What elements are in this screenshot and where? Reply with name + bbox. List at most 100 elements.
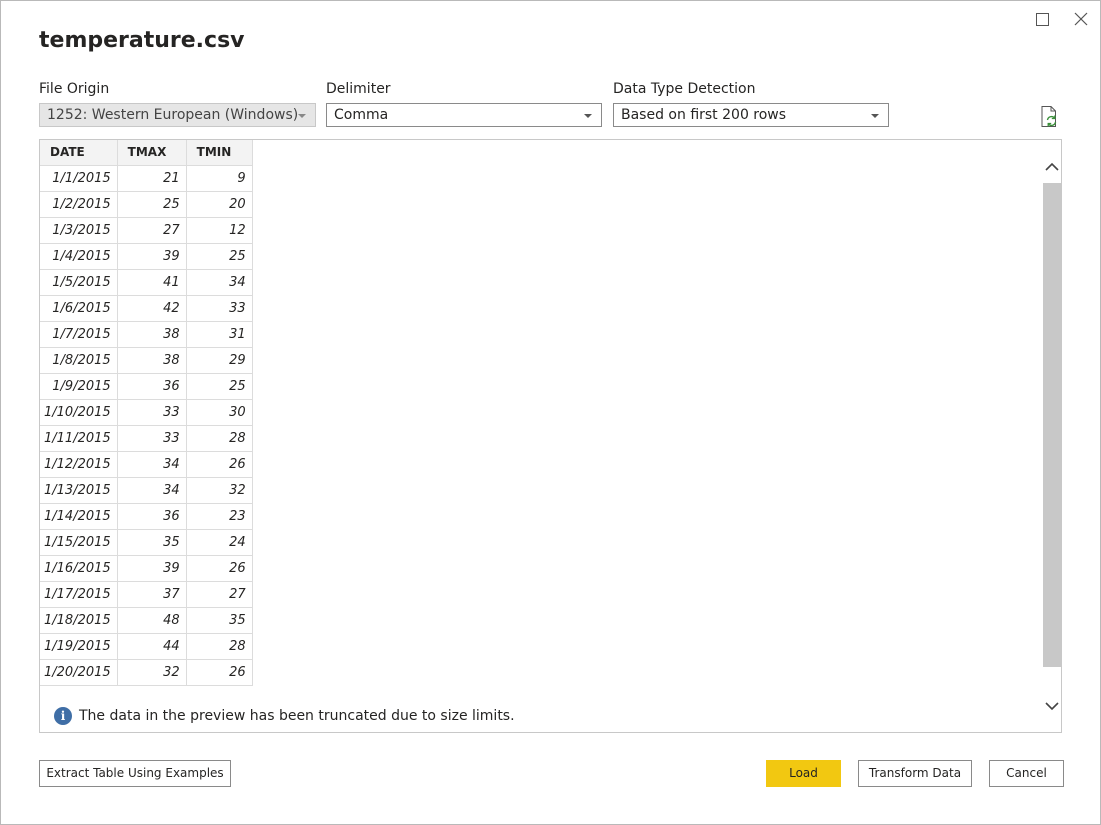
cell-tmin[interactable]: 9 — [185, 164, 253, 192]
chevron-down-icon — [584, 114, 592, 118]
cell-tmax[interactable]: 21 — [116, 164, 187, 192]
cell-tmax[interactable]: 38 — [116, 320, 187, 348]
cell-tmin[interactable]: 35 — [185, 606, 253, 634]
cell-tmax[interactable]: 44 — [116, 632, 187, 660]
cell-tmin[interactable]: 34 — [185, 268, 253, 296]
cell-tmin[interactable]: 20 — [185, 190, 253, 218]
cell-date[interactable]: 1/19/2015 — [40, 632, 118, 660]
transform-data-button[interactable]: Transform Data — [858, 760, 972, 787]
cell-tmin[interactable]: 33 — [185, 294, 253, 322]
load-button[interactable]: Load — [766, 760, 841, 787]
info-icon: i — [54, 707, 72, 725]
cell-date[interactable]: 1/16/2015 — [40, 554, 118, 582]
refresh-file-icon — [1041, 106, 1057, 127]
cell-tmin[interactable]: 26 — [185, 658, 253, 686]
scroll-thumb[interactable] — [1043, 183, 1062, 667]
cell-tmax[interactable]: 27 — [116, 216, 187, 244]
cell-tmin[interactable]: 28 — [185, 424, 253, 452]
cell-tmax[interactable]: 33 — [116, 424, 187, 452]
cell-tmin[interactable]: 25 — [185, 242, 253, 270]
table-row: 1/18/2015 48 35 — [40, 606, 253, 634]
cell-date[interactable]: 1/1/2015 — [40, 164, 118, 192]
cell-date[interactable]: 1/5/2015 — [40, 268, 118, 296]
preview-table: DATE TMAX TMIN 1/1/2015 21 9 1/2/2015 25 20 1/… — [40, 140, 253, 686]
cell-tmin[interactable]: 25 — [185, 372, 253, 400]
truncation-notice: i The data in the preview has been trunc… — [54, 707, 515, 725]
cancel-button[interactable]: Cancel — [989, 760, 1064, 787]
cell-date[interactable]: 1/11/2015 — [40, 424, 118, 452]
cell-tmin[interactable]: 28 — [185, 632, 253, 660]
dialog-title: temperature.csv — [39, 28, 245, 53]
cell-tmin[interactable]: 26 — [185, 450, 253, 478]
cell-tmax[interactable]: 25 — [116, 190, 187, 218]
delimiter-select[interactable]: Comma — [326, 103, 602, 127]
data-type-detection-select[interactable]: Based on first 200 rows — [613, 103, 889, 127]
cell-tmax[interactable]: 39 — [116, 554, 187, 582]
cell-date[interactable]: 1/3/2015 — [40, 216, 118, 244]
cell-date[interactable]: 1/13/2015 — [40, 476, 118, 504]
cell-date[interactable]: 1/6/2015 — [40, 294, 118, 322]
cell-tmax[interactable]: 42 — [116, 294, 187, 322]
truncation-notice-text: The data in the preview has been truncat… — [79, 708, 515, 724]
table-row: 1/10/2015 33 30 — [40, 398, 253, 426]
scroll-down-button[interactable] — [1042, 695, 1062, 717]
cell-date[interactable]: 1/12/2015 — [40, 450, 118, 478]
cell-date[interactable]: 1/4/2015 — [40, 242, 118, 270]
table-row: 1/7/2015 38 31 — [40, 320, 253, 348]
data-type-detection-label: Data Type Detection — [613, 81, 756, 97]
close-icon — [1074, 12, 1088, 26]
cell-date[interactable]: 1/8/2015 — [40, 346, 118, 374]
close-button[interactable] — [1069, 9, 1093, 29]
cell-tmax[interactable]: 35 — [116, 528, 187, 556]
delimiter-label: Delimiter — [326, 81, 391, 97]
cell-tmax[interactable]: 33 — [116, 398, 187, 426]
data-type-detection-value: Based on first 200 rows — [621, 107, 787, 123]
cell-date[interactable]: 1/17/2015 — [40, 580, 118, 608]
cell-tmin[interactable]: 30 — [185, 398, 253, 426]
extract-table-button[interactable]: Extract Table Using Examples — [39, 760, 231, 787]
cell-tmin[interactable]: 31 — [185, 320, 253, 348]
table-row: 1/3/2015 27 12 — [40, 216, 253, 244]
cell-tmax[interactable]: 32 — [116, 658, 187, 686]
cell-tmin[interactable]: 23 — [185, 502, 253, 530]
cell-tmin[interactable]: 26 — [185, 554, 253, 582]
refresh-preview-button[interactable] — [1039, 105, 1061, 129]
cell-tmax[interactable]: 37 — [116, 580, 187, 608]
table-row: 1/4/2015 39 25 — [40, 242, 253, 270]
cell-date[interactable]: 1/10/2015 — [40, 398, 118, 426]
cell-date[interactable]: 1/7/2015 — [40, 320, 118, 348]
cell-tmin[interactable]: 24 — [185, 528, 253, 556]
table-row: 1/14/2015 36 23 — [40, 502, 253, 530]
column-header-tmax[interactable]: TMAX — [116, 140, 187, 166]
cell-tmax[interactable]: 48 — [116, 606, 187, 634]
table-row: 1/12/2015 34 26 — [40, 450, 253, 478]
cell-date[interactable]: 1/18/2015 — [40, 606, 118, 634]
file-origin-label: File Origin — [39, 81, 110, 97]
cell-date[interactable]: 1/15/2015 — [40, 528, 118, 556]
column-header-date[interactable]: DATE — [40, 140, 118, 166]
cell-tmax[interactable]: 39 — [116, 242, 187, 270]
chevron-down-icon — [871, 114, 879, 118]
cell-tmax[interactable]: 34 — [116, 450, 187, 478]
cell-tmin[interactable]: 12 — [185, 216, 253, 244]
cell-date[interactable]: 1/20/2015 — [40, 658, 118, 686]
cell-tmin[interactable]: 29 — [185, 346, 253, 374]
column-header-tmin[interactable]: TMIN — [185, 140, 253, 166]
cell-tmax[interactable]: 34 — [116, 476, 187, 504]
file-origin-select[interactable]: 1252: Western European (Windows) — [39, 103, 316, 127]
cell-tmax[interactable]: 36 — [116, 502, 187, 530]
cell-tmax[interactable]: 38 — [116, 346, 187, 374]
cell-tmax[interactable]: 41 — [116, 268, 187, 296]
table-row: 1/15/2015 35 24 — [40, 528, 253, 556]
chevron-up-icon — [1045, 162, 1059, 171]
cell-tmax[interactable]: 36 — [116, 372, 187, 400]
cell-date[interactable]: 1/2/2015 — [40, 190, 118, 218]
cell-date[interactable]: 1/14/2015 — [40, 502, 118, 530]
data-preview-panel: DATE TMAX TMIN 1/1/2015 21 9 1/2/2015 25 20 1/… — [39, 139, 1062, 733]
cell-date[interactable]: 1/9/2015 — [40, 372, 118, 400]
cell-tmin[interactable]: 27 — [185, 580, 253, 608]
scroll-up-button[interactable] — [1042, 155, 1062, 177]
vertical-scrollbar[interactable] — [1042, 155, 1062, 720]
cell-tmin[interactable]: 32 — [185, 476, 253, 504]
maximize-button[interactable] — [1030, 9, 1054, 29]
